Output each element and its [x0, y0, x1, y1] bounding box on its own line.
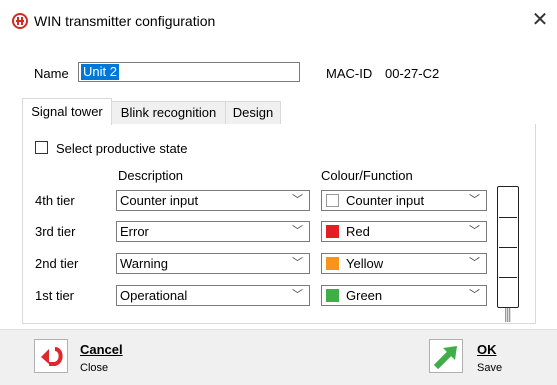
mac-value: 00-27-C2 [385, 66, 440, 81]
name-label: Name [34, 66, 69, 81]
productive-state-checkbox[interactable] [35, 141, 48, 154]
tier-2-description-select[interactable]: Warning ﹀ [116, 253, 310, 274]
mac-label: MAC-ID [326, 66, 373, 81]
tier-4-description-value: Counter input [120, 193, 199, 208]
tier-4-colour-select[interactable]: Counter input ﹀ [321, 190, 487, 211]
tier-3-colour-select[interactable]: Red ﹀ [321, 221, 487, 242]
chevron-down-icon: ﹀ [292, 225, 303, 237]
tab-blink-recognition[interactable]: Blink recognition [111, 101, 226, 124]
undo-arrow-icon [41, 347, 63, 366]
productive-state-label: Select productive state [56, 141, 188, 156]
tier-3-colour-swatch [326, 225, 339, 238]
chevron-down-icon: ﹀ [469, 225, 480, 237]
chevron-down-icon: ﹀ [292, 289, 303, 301]
tier-3-label: 3rd tier [35, 224, 76, 239]
tower-segment-1 [499, 278, 517, 306]
window-title: WIN transmitter configuration [34, 13, 216, 29]
tier-3-description-select[interactable]: Error ﹀ [116, 221, 310, 242]
name-value: Unit 2 [81, 64, 119, 80]
tier-2-colour-swatch [326, 257, 339, 270]
tier-3-colour-value: Red [346, 224, 370, 239]
tier-1-colour-value: Green [346, 288, 383, 303]
tier-1-description-select[interactable]: Operational ﹀ [116, 285, 310, 306]
tier-4-colour-swatch [326, 194, 339, 207]
chevron-down-icon: ﹀ [292, 257, 303, 269]
cancel-title[interactable]: Cancel [80, 342, 123, 357]
description-header: Description [118, 168, 184, 183]
tier-2-description-value: Warning [120, 256, 168, 271]
chevron-down-icon: ﹀ [469, 194, 480, 206]
tier-4-colour-value: Counter input [346, 193, 425, 208]
ok-arrow-icon [433, 346, 457, 370]
tower-segment-4 [499, 188, 517, 218]
tower-segment-3 [499, 218, 517, 248]
close-icon[interactable]: ✕ [528, 9, 552, 33]
tier-1-description-value: Operational [120, 288, 188, 303]
tier-2-label: 2nd tier [35, 256, 79, 271]
chevron-down-icon: ﹀ [469, 257, 480, 269]
chevron-down-icon: ﹀ [469, 289, 480, 301]
ok-title[interactable]: OK [477, 342, 497, 357]
logo-icon [12, 13, 28, 29]
tier-1-label: 1st tier [35, 288, 75, 303]
cancel-subtitle: Close [80, 362, 109, 374]
name-field[interactable]: Unit 2 [78, 62, 300, 82]
tab-signal-tower[interactable]: Signal tower [22, 98, 112, 125]
tower-base [505, 308, 511, 322]
tier-1-colour-swatch [326, 289, 339, 302]
footer-bar [0, 329, 557, 385]
tier-2-colour-value: Yellow [346, 256, 384, 271]
tier-2-colour-select[interactable]: Yellow ﹀ [321, 253, 487, 274]
colour-header: Colour/Function [321, 168, 413, 183]
ok-subtitle: Save [477, 362, 503, 374]
tab-design[interactable]: Design [225, 101, 281, 124]
ok-button[interactable] [429, 339, 463, 373]
tier-4-label: 4th tier [35, 193, 75, 208]
tower-segment-2 [499, 248, 517, 278]
signal-tower-graphic [497, 186, 519, 308]
tier-4-description-select[interactable]: Counter input ﹀ [116, 190, 310, 211]
tier-3-description-value: Error [120, 224, 149, 239]
cancel-button[interactable] [34, 339, 68, 373]
tier-1-colour-select[interactable]: Green ﹀ [321, 285, 487, 306]
chevron-down-icon: ﹀ [292, 194, 303, 206]
